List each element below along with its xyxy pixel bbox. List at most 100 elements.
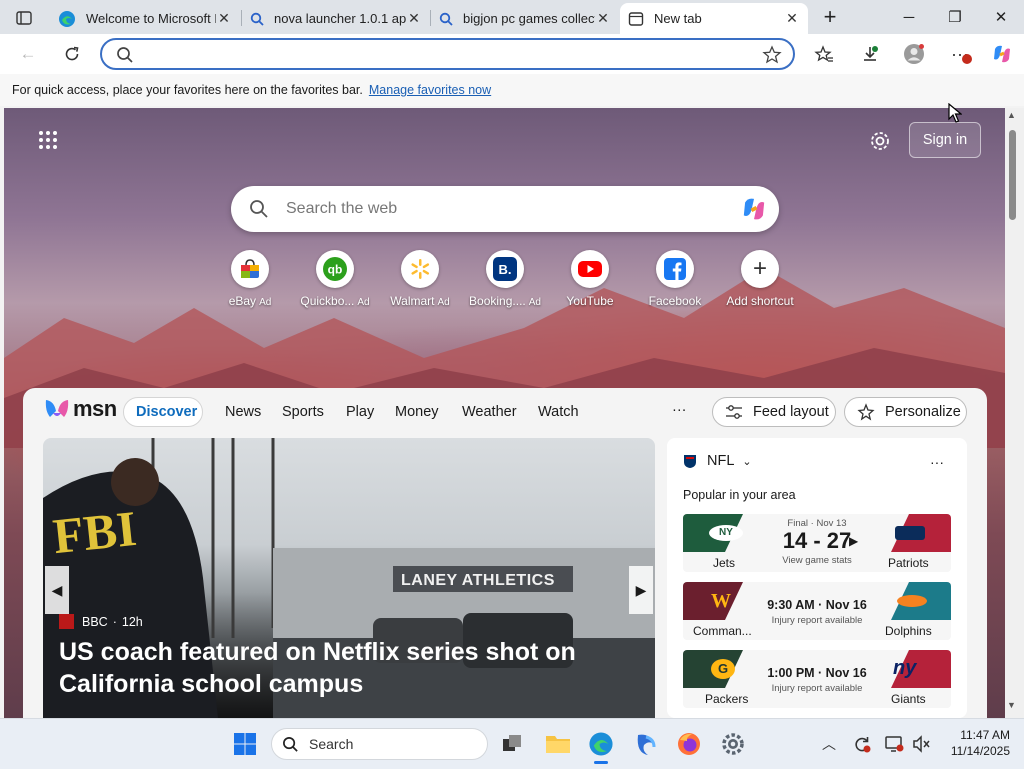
game-jets-patriots[interactable]: NY Jets Patriots Final · Nov 13 14 - 27 … bbox=[683, 514, 951, 572]
notification-badge bbox=[962, 54, 972, 64]
svg-text:qb: qb bbox=[328, 263, 343, 277]
manage-favorites-link[interactable]: Manage favorites now bbox=[369, 83, 491, 97]
tab-new-tab[interactable]: New tab ✕ bbox=[620, 3, 808, 34]
downloads-icon[interactable] bbox=[856, 40, 884, 68]
chevron-down-icon: ⌄ bbox=[742, 455, 752, 468]
nfl-more-button[interactable]: ··· bbox=[930, 454, 944, 470]
youtube-icon bbox=[571, 250, 609, 288]
close-tab-icon[interactable]: ✕ bbox=[216, 10, 232, 27]
firefox-icon[interactable] bbox=[676, 731, 702, 762]
tab-news[interactable]: News bbox=[225, 404, 261, 420]
restore-button[interactable]: ❐ bbox=[932, 0, 978, 34]
start-button[interactable] bbox=[233, 732, 257, 761]
search-icon bbox=[250, 200, 268, 218]
settings-taskbar-icon[interactable] bbox=[720, 731, 746, 762]
walmart-icon bbox=[401, 250, 439, 288]
tab-watch[interactable]: Watch bbox=[538, 404, 579, 420]
carousel-prev-button[interactable]: ◀ bbox=[45, 566, 69, 614]
shortcut-booking[interactable]: B. Booking.... Ad bbox=[466, 250, 544, 308]
search-icon bbox=[117, 47, 133, 63]
bbc-logo-icon bbox=[59, 614, 74, 629]
tab-actions-icon[interactable] bbox=[12, 8, 36, 28]
close-tab-icon[interactable]: ✕ bbox=[784, 10, 800, 27]
edge-icon bbox=[59, 10, 75, 27]
address-bar[interactable] bbox=[100, 38, 795, 70]
news-card[interactable]: FBI LANEY ATHLETICS ◀ ▶ BBC · 12h US coa… bbox=[43, 438, 655, 718]
shortcut-ebay[interactable]: eBay Ad bbox=[211, 250, 289, 308]
carousel-next-button[interactable]: ▶ bbox=[629, 566, 653, 614]
windows-logo-icon bbox=[234, 733, 256, 755]
apps-launcher-icon[interactable] bbox=[38, 130, 58, 155]
file-explorer-icon[interactable] bbox=[545, 733, 571, 760]
web-search-box[interactable]: Search the web bbox=[231, 186, 779, 232]
search-icon bbox=[283, 736, 298, 752]
new-tab-button[interactable]: + bbox=[816, 4, 844, 30]
personalize-button[interactable]: Personalize bbox=[844, 397, 967, 427]
active-app-indicator bbox=[594, 761, 608, 764]
plus-icon: + bbox=[741, 250, 779, 288]
volume-icon[interactable] bbox=[911, 734, 931, 759]
clock[interactable]: 11:47 AM 11/14/2025 bbox=[940, 727, 1010, 759]
search-icon bbox=[250, 12, 264, 26]
sticky-app-icon[interactable] bbox=[632, 731, 658, 762]
page-settings-icon[interactable] bbox=[869, 130, 891, 157]
feed-layout-button[interactable]: Feed layout bbox=[712, 397, 836, 427]
tab-discover[interactable]: Discover bbox=[123, 397, 203, 427]
quickbooks-icon: qb bbox=[316, 250, 354, 288]
news-headline[interactable]: US coach featured on Netflix series shot… bbox=[59, 636, 576, 700]
tab-money[interactable]: Money bbox=[395, 404, 439, 420]
edge-taskbar-icon[interactable] bbox=[588, 731, 614, 764]
taskbar-search[interactable]: Search bbox=[271, 728, 488, 760]
news-source[interactable]: BBC · 12h bbox=[59, 614, 143, 629]
nfl-title[interactable]: NFL ⌄ bbox=[683, 453, 752, 469]
shortcut-walmart[interactable]: Walmart Ad bbox=[381, 250, 459, 308]
close-window-button[interactable]: ✕ bbox=[978, 0, 1024, 34]
refresh-button[interactable] bbox=[58, 40, 86, 68]
tab-welcome[interactable]: Welcome to Microsoft Edge ✕ bbox=[50, 3, 240, 34]
network-icon[interactable] bbox=[884, 734, 904, 759]
facebook-icon bbox=[656, 250, 694, 288]
profile-icon[interactable] bbox=[900, 40, 928, 68]
tab-weather[interactable]: Weather bbox=[462, 404, 517, 420]
shortcut-youtube[interactable]: YouTube bbox=[551, 250, 629, 308]
sparkle-star-icon bbox=[857, 403, 875, 421]
favorites-icon[interactable] bbox=[810, 40, 838, 68]
favorites-hint: For quick access, place your favorites h… bbox=[12, 83, 363, 97]
more-tabs-button[interactable]: ··· bbox=[672, 402, 687, 418]
add-shortcut-button[interactable]: + Add shortcut bbox=[721, 250, 799, 308]
jacket-text: FBI bbox=[50, 499, 140, 565]
settings-and-more-icon[interactable]: ··· bbox=[946, 40, 974, 68]
shortcut-facebook[interactable]: Facebook bbox=[636, 250, 714, 308]
msn-butterfly-icon bbox=[45, 400, 69, 417]
close-tab-icon[interactable]: ✕ bbox=[595, 10, 611, 27]
scroll-down-arrow[interactable]: ▼ bbox=[1007, 700, 1016, 710]
game-commanders-dolphins[interactable]: W Comman... Dolphins 9:30 AM · Nov 16 In… bbox=[683, 582, 951, 640]
game-packers-giants[interactable]: G ny Packers Giants 1:00 PM · Nov 16 Inj… bbox=[683, 650, 951, 708]
copilot-icon[interactable] bbox=[739, 195, 769, 223]
nfl-subtitle: Popular in your area bbox=[683, 488, 796, 502]
msn-logo[interactable]: msn bbox=[44, 396, 117, 422]
booking-icon: B. bbox=[486, 250, 524, 288]
sync-status-icon[interactable] bbox=[852, 734, 872, 759]
tab-bigjon[interactable]: bigjon pc games collection ✕ bbox=[431, 3, 619, 34]
scroll-up-arrow[interactable]: ▲ bbox=[1007, 110, 1016, 120]
scrollbar-thumb[interactable] bbox=[1009, 130, 1016, 220]
back-button[interactable]: ← bbox=[14, 40, 42, 68]
copilot-icon[interactable] bbox=[988, 40, 1016, 68]
close-tab-icon[interactable]: ✕ bbox=[406, 10, 422, 27]
svg-text:B.: B. bbox=[499, 262, 512, 277]
minimize-button[interactable]: ─ bbox=[886, 0, 932, 34]
show-hidden-icons-icon[interactable]: ︿ bbox=[822, 734, 836, 754]
task-view-icon[interactable] bbox=[501, 733, 523, 755]
new-tab-page-icon bbox=[628, 11, 644, 26]
sliders-icon bbox=[726, 405, 742, 419]
sign-in-button[interactable]: Sign in bbox=[909, 122, 981, 158]
tab-play[interactable]: Play bbox=[346, 404, 374, 420]
tab-nova-launcher[interactable]: nova launcher 1.0.1 apk ✕ bbox=[242, 3, 430, 34]
mouse-cursor-icon bbox=[948, 103, 962, 123]
search-icon bbox=[439, 12, 453, 26]
tab-sports[interactable]: Sports bbox=[282, 404, 324, 420]
building-sign: LANEY ATHLETICS bbox=[401, 572, 555, 589]
shortcut-quickbooks[interactable]: qb Quickbo... Ad bbox=[296, 250, 374, 308]
star-icon[interactable] bbox=[762, 45, 782, 65]
